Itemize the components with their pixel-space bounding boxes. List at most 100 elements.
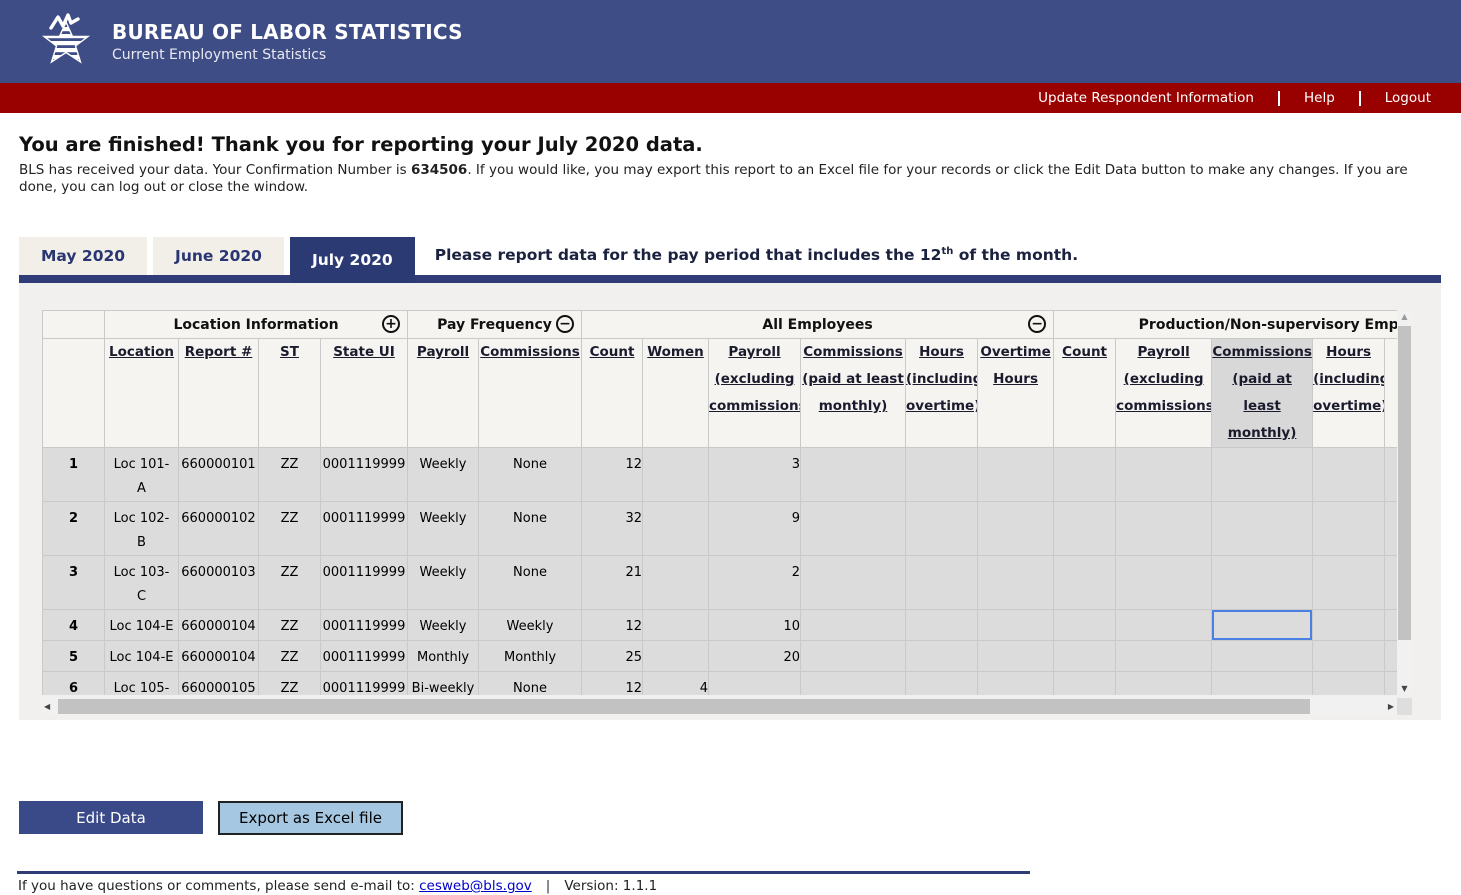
export-excel-button[interactable]: Export as Excel file (218, 801, 403, 835)
selected-cell[interactable] (1212, 610, 1313, 641)
cell[interactable]: 3 (709, 448, 801, 502)
horizontal-scrollbar[interactable]: ◀ ▶ (42, 698, 1397, 715)
scroll-up-icon[interactable]: ▲ (1397, 312, 1412, 321)
cell[interactable] (1116, 502, 1212, 556)
cell[interactable]: ZZ (259, 641, 321, 672)
column-header-location[interactable]: Location (105, 339, 179, 448)
cell[interactable] (1212, 448, 1313, 502)
cell[interactable]: Loc 104-E (105, 610, 179, 641)
column-header-hours-including-overtime[interactable]: Hours(includingovertime) (1313, 339, 1385, 448)
cell[interactable] (643, 502, 709, 556)
cell[interactable] (906, 556, 978, 610)
cell[interactable] (906, 610, 978, 641)
column-header-payroll-excluding-commissions[interactable]: Payroll(excludingcommissions) (1116, 339, 1212, 448)
cell[interactable] (978, 448, 1054, 502)
cell[interactable]: 25 (582, 641, 643, 672)
cell[interactable] (801, 610, 906, 641)
cell[interactable]: 32 (582, 502, 643, 556)
column-header-commissions-paid-at-least-monthly[interactable]: Commissions(paid at leastmonthly) (801, 339, 906, 448)
cell[interactable]: ZZ (259, 448, 321, 502)
cell[interactable] (801, 672, 906, 696)
cell[interactable] (801, 448, 906, 502)
vertical-scroll-thumb[interactable] (1398, 326, 1411, 640)
cell[interactable] (1116, 448, 1212, 502)
cell[interactable] (1054, 672, 1116, 696)
vertical-scrollbar[interactable]: ▲ ▼ (1397, 310, 1412, 695)
row-number[interactable]: 6 (43, 672, 105, 696)
email-link[interactable]: cesweb@bls.gov (419, 878, 532, 894)
horizontal-scroll-thumb[interactable] (58, 699, 1310, 714)
cell[interactable] (1116, 641, 1212, 672)
nav-link-logout[interactable]: Logout (1385, 90, 1431, 106)
cell[interactable] (1054, 610, 1116, 641)
cell[interactable]: 660000105 (179, 672, 259, 696)
collapse-icon[interactable]: − (556, 315, 574, 333)
cell[interactable]: 660000104 (179, 641, 259, 672)
cell[interactable]: None (479, 502, 582, 556)
cell[interactable] (978, 610, 1054, 641)
cell[interactable] (1054, 502, 1116, 556)
cell[interactable] (801, 502, 906, 556)
expand-icon[interactable]: + (382, 315, 400, 333)
cell[interactable] (1385, 672, 1397, 696)
cell[interactable]: 12 (582, 672, 643, 696)
cell[interactable] (1212, 641, 1313, 672)
cell[interactable]: 10 (709, 610, 801, 641)
cell[interactable] (1385, 556, 1397, 610)
cell[interactable]: 660000104 (179, 610, 259, 641)
cell[interactable]: Weekly (479, 610, 582, 641)
cell[interactable]: 0001119999 (321, 672, 408, 696)
edit-data-button[interactable]: Edit Data (19, 801, 203, 834)
column-header-report[interactable]: Report # (179, 339, 259, 448)
cell[interactable]: Monthly (479, 641, 582, 672)
cell[interactable] (801, 556, 906, 610)
cell[interactable] (906, 448, 978, 502)
scroll-right-icon[interactable]: ▶ (1388, 702, 1394, 711)
cell[interactable]: 21 (582, 556, 643, 610)
row-number[interactable]: 1 (43, 448, 105, 502)
cell[interactable]: Weekly (408, 502, 479, 556)
cell[interactable]: 12 (582, 448, 643, 502)
cell[interactable]: 2 (709, 556, 801, 610)
column-header-payroll[interactable]: Payroll (408, 339, 479, 448)
cell[interactable]: 660000101 (179, 448, 259, 502)
cell[interactable] (1313, 502, 1385, 556)
column-header-overtime-hours[interactable]: OvertimeHours (1385, 339, 1397, 448)
cell[interactable]: 0001119999 (321, 556, 408, 610)
cell[interactable] (1212, 556, 1313, 610)
cell[interactable]: Monthly (408, 641, 479, 672)
row-number[interactable]: 5 (43, 641, 105, 672)
cell[interactable] (1313, 556, 1385, 610)
cell[interactable] (1212, 672, 1313, 696)
cell[interactable] (1054, 448, 1116, 502)
cell[interactable]: 0001119999 (321, 448, 408, 502)
cell[interactable]: Weekly (408, 448, 479, 502)
cell[interactable]: 9 (709, 502, 801, 556)
cell[interactable]: Weekly (408, 556, 479, 610)
cell[interactable] (1313, 672, 1385, 696)
cell[interactable] (1212, 502, 1313, 556)
cell[interactable] (643, 610, 709, 641)
cell[interactable] (709, 672, 801, 696)
fill-handle[interactable] (1312, 640, 1313, 641)
column-header-commissions-paid-at-least-monthly[interactable]: Commissions(paid at leastmonthly) (1212, 339, 1313, 448)
cell[interactable] (1116, 672, 1212, 696)
cell[interactable]: Loc 103-C (105, 556, 179, 610)
cell[interactable]: 0001119999 (321, 610, 408, 641)
scroll-left-icon[interactable]: ◀ (44, 702, 50, 711)
cell[interactable] (1054, 556, 1116, 610)
column-header-commissions[interactable]: Commissions (479, 339, 582, 448)
cell[interactable] (978, 641, 1054, 672)
column-header-hours-including-overtime[interactable]: Hours(includingovertime) (906, 339, 978, 448)
row-number[interactable]: 3 (43, 556, 105, 610)
row-number[interactable]: 4 (43, 610, 105, 641)
cell[interactable] (1385, 502, 1397, 556)
row-number[interactable]: 2 (43, 502, 105, 556)
cell[interactable] (801, 641, 906, 672)
cell[interactable] (1313, 448, 1385, 502)
cell[interactable]: 0001119999 (321, 641, 408, 672)
cell[interactable]: None (479, 556, 582, 610)
cell[interactable]: 0001119999 (321, 502, 408, 556)
cell[interactable] (978, 672, 1054, 696)
cell[interactable]: Loc 101-A (105, 448, 179, 502)
